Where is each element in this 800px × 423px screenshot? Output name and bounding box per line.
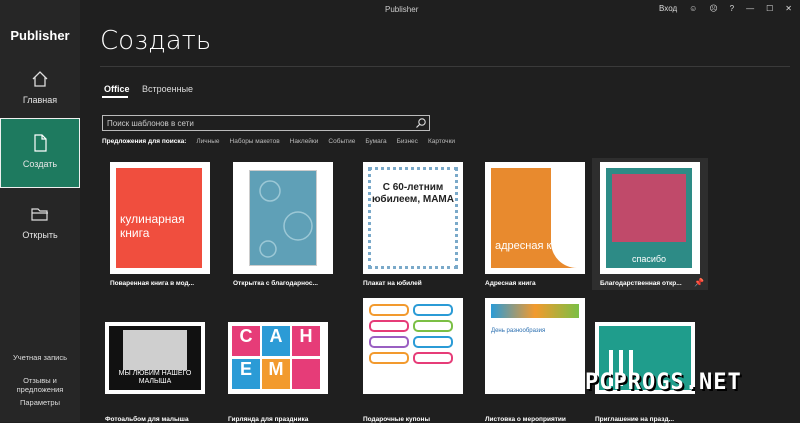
signin-link[interactable]: Вход: [659, 4, 677, 13]
search-suggestions: Предложения для поиска: Личные Наборы ма…: [102, 138, 455, 145]
suggestion-event[interactable]: Событие: [328, 138, 355, 145]
help-icon[interactable]: ?: [730, 4, 734, 13]
suggestions-label: Предложения для поиска:: [102, 138, 187, 145]
tab-underline: [102, 96, 128, 98]
minimize-icon[interactable]: —: [746, 4, 754, 13]
nav-home-label: Главная: [22, 95, 58, 105]
template-thumbnail: День разнообразия: [485, 298, 585, 394]
app-title: Publisher: [10, 28, 70, 43]
watermark: PCPROGS.NET: [585, 370, 742, 395]
nav-account[interactable]: Учетная запись: [0, 353, 80, 362]
thumb-text: МЫ ЛЮБИМ НАШЕГО МАЛЫША: [118, 370, 192, 385]
tab-office[interactable]: Office: [104, 84, 130, 94]
template-thumbnail: МЫ ЛЮБИМ НАШЕГО МАЛЫША: [105, 322, 205, 394]
thumb-text: С 60-летним юбилеем, МАМА: [371, 182, 454, 205]
template-caption: Плакат на юбилей: [363, 280, 422, 287]
nav-options[interactable]: Параметры: [0, 398, 80, 407]
template-caption: Адресная книга: [485, 280, 536, 287]
nav-open[interactable]: Открыть: [0, 190, 80, 260]
main-area: Publisher Вход ☺ ☹ ? — ☐ ✕ Создать Offic…: [80, 0, 800, 423]
pin-icon[interactable]: 📌: [694, 278, 704, 287]
thumb-text: спасибо: [631, 254, 667, 264]
nav-open-label: Открыть: [22, 230, 58, 240]
suggestion-personal[interactable]: Личные: [196, 138, 219, 145]
nav-create-label: Создать: [22, 159, 58, 169]
template-thumbnail: кулинарная книга: [110, 162, 210, 274]
thumb-text: День разнообразия: [491, 328, 546, 334]
swirl-pattern: [259, 180, 313, 258]
thumb-text: кулинарная книга: [120, 212, 185, 240]
template-caption: Благодарственная откр...: [600, 280, 682, 287]
template-caption: Открытка с благодарнос...: [233, 280, 318, 287]
window-title: Publisher: [385, 5, 419, 14]
nav-create[interactable]: Создать: [0, 118, 80, 188]
tab-builtin[interactable]: Встроенные: [142, 84, 193, 94]
nav-feedback[interactable]: Отзывы и предложения: [0, 376, 80, 394]
page-title: Создать: [100, 26, 212, 56]
template-thumbnail: С 60-летним юбилеем, МАМА: [363, 162, 463, 274]
search-icon[interactable]: [415, 117, 427, 129]
template-thumbnail: С А Н Е М: [228, 322, 328, 394]
frown-icon[interactable]: ☹: [709, 4, 717, 13]
sidebar: Publisher Главная Создать Открыть Учетна…: [0, 0, 80, 422]
title-bar: Publisher Вход ☺ ☹ ? — ☐ ✕: [80, 0, 800, 20]
home-icon: [32, 71, 48, 87]
template-thumbnail: [363, 298, 463, 394]
suggestion-cards[interactable]: Карточки: [428, 138, 455, 145]
suggestion-layout-sets[interactable]: Наборы макетов: [230, 138, 280, 145]
template-caption: Поваренная книга в мод...: [110, 280, 195, 287]
thumb-text: адресная книга: [495, 240, 574, 252]
suggestion-stickers[interactable]: Наклейки: [290, 138, 319, 145]
template-thumbnail: спасибо: [600, 162, 700, 274]
maximize-icon[interactable]: ☐: [766, 4, 773, 13]
template-card-selected[interactable]: спасибо Благодарственная откр... 📌: [592, 158, 708, 290]
folder-icon: [31, 208, 48, 221]
nav-home[interactable]: Главная: [0, 55, 80, 125]
smile-icon[interactable]: ☺: [689, 4, 697, 13]
search-placeholder: Поиск шаблонов в сети: [107, 119, 194, 128]
template-thumbnail: [233, 162, 333, 274]
close-icon[interactable]: ✕: [785, 4, 792, 13]
new-document-icon: [34, 134, 47, 152]
template-thumbnail: адресная книга: [485, 162, 585, 274]
suggestion-business[interactable]: Бизнес: [397, 138, 418, 145]
suggestion-paper[interactable]: Бумага: [365, 138, 386, 145]
search-input[interactable]: Поиск шаблонов в сети: [102, 115, 430, 131]
divider: [100, 66, 790, 67]
